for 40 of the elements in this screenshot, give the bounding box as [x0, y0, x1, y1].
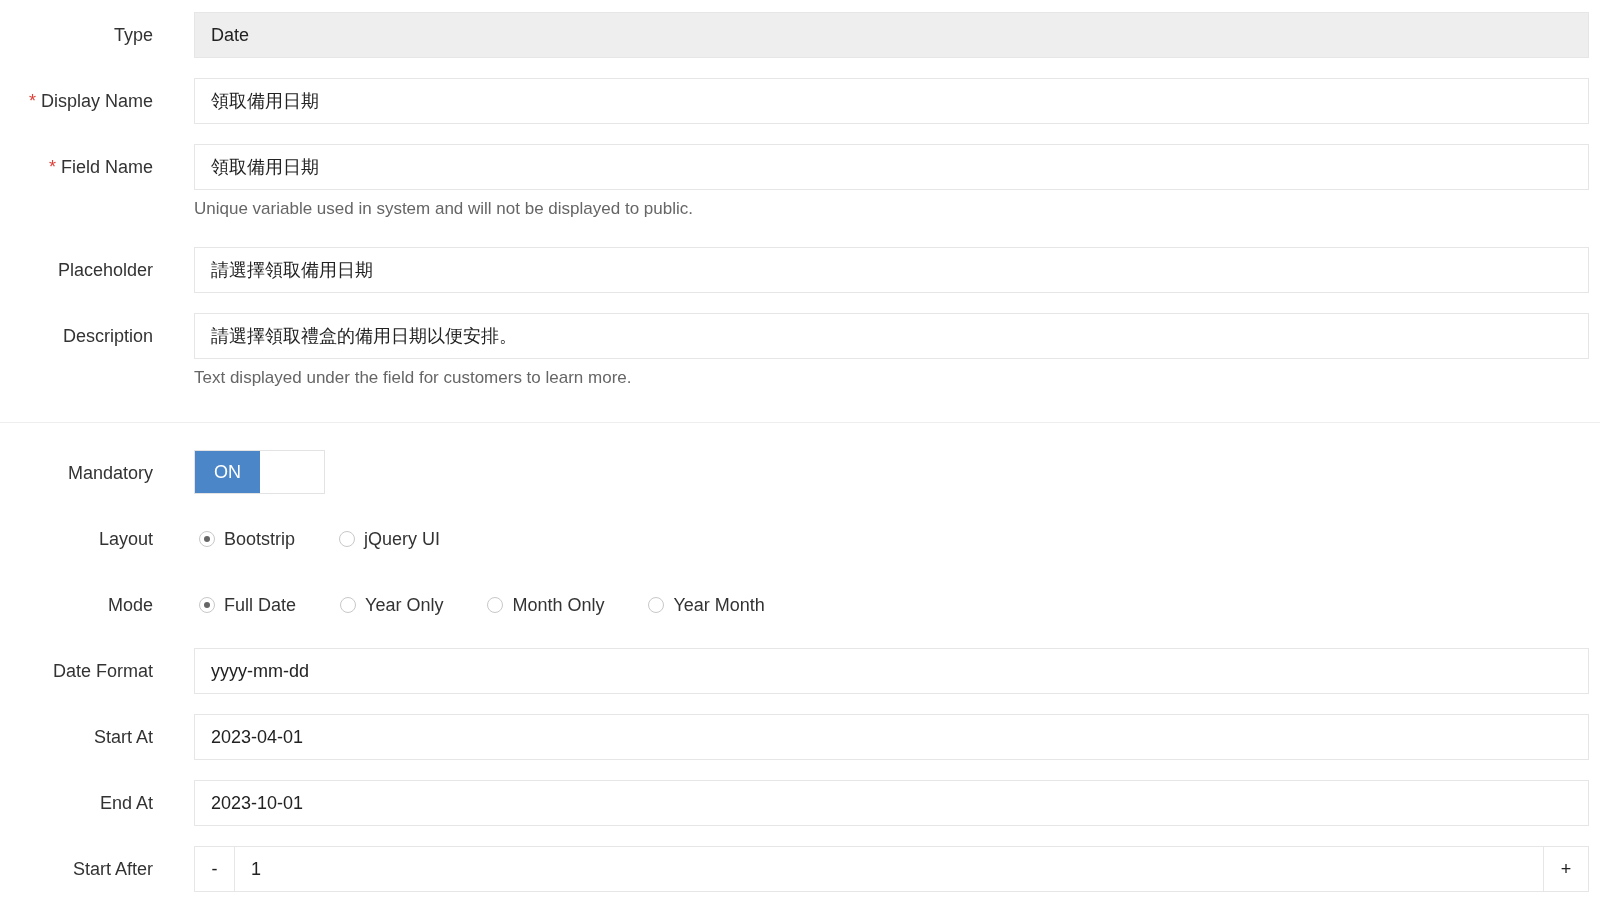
radio-label[interactable]: Month Only: [512, 594, 605, 616]
radio-label[interactable]: jQuery UI: [364, 528, 441, 550]
required-mark: *: [28, 91, 36, 111]
field-label: Mandatory: [67, 463, 153, 483]
text-field[interactable]: 請選擇領取備用日期: [194, 247, 1589, 293]
text-field[interactable]: 2023-04-01: [194, 714, 1589, 760]
radio-label[interactable]: Year Only: [365, 594, 444, 616]
radio-button[interactable]: [340, 597, 357, 613]
type-field: Date: [194, 12, 1589, 58]
field-label: Date Format: [52, 661, 153, 681]
number-field[interactable]: 1: [235, 846, 1543, 892]
field-label: Mode: [107, 595, 153, 615]
radio-label[interactable]: Year Month: [673, 594, 765, 616]
field-label: Type: [113, 25, 153, 45]
radio-label[interactable]: Bootstrip: [224, 528, 296, 550]
radio-button[interactable]: [199, 597, 215, 613]
field-label: End At: [99, 793, 153, 813]
radio-label[interactable]: Full Date: [224, 594, 297, 616]
text-field[interactable]: yyyy-mm-dd: [194, 648, 1589, 694]
decrement-button[interactable]: -: [194, 846, 235, 892]
field-label: Start At: [93, 727, 153, 747]
toggle-switch[interactable]: ON: [194, 450, 325, 494]
radio-button[interactable]: [339, 531, 356, 547]
field-label: Placeholder: [57, 260, 153, 280]
field-label: Layout: [98, 529, 153, 549]
radio-button[interactable]: [199, 531, 215, 547]
required-mark: *: [48, 157, 56, 177]
help-text: Unique variable used in system and will not be displayed to public.: [194, 198, 694, 220]
increment-button[interactable]: +: [1543, 846, 1589, 892]
help-text: Text displayed under the field for customers to learn more.: [194, 367, 633, 389]
radio-button[interactable]: [648, 597, 665, 613]
field-label: Description: [62, 326, 153, 346]
text-field[interactable]: 領取備用日期: [194, 144, 1589, 190]
field-label: Field Name: [60, 157, 153, 177]
text-field[interactable]: 領取備用日期: [194, 78, 1589, 124]
radio-button[interactable]: [487, 597, 504, 613]
text-field[interactable]: 請選擇領取禮盒的備用日期以便安排。: [194, 313, 1589, 359]
field-label: Display Name: [40, 91, 153, 111]
text-field[interactable]: 2023-10-01: [194, 780, 1589, 826]
field-label: Start After: [72, 859, 153, 879]
